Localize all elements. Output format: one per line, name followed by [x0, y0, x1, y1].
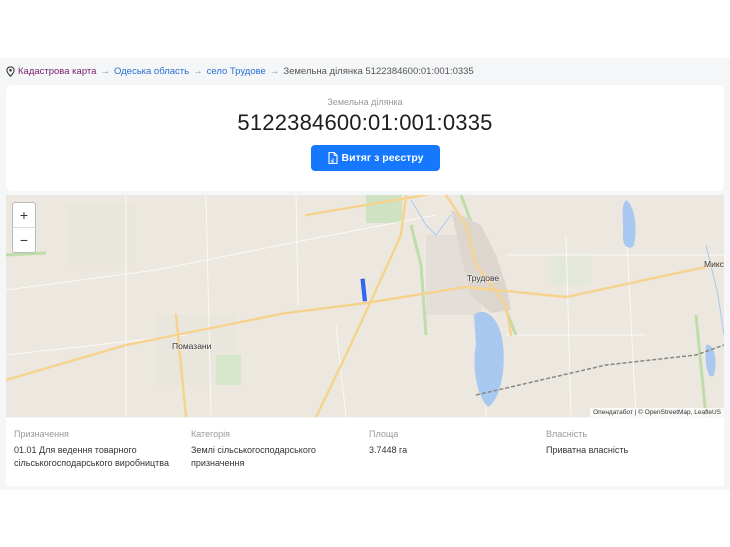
map-label-myks: Микс — [704, 259, 724, 269]
breadcrumb-current: Земельна ділянка 5122384600:01:001:0335 — [283, 65, 474, 77]
zoom-in-button[interactable]: + — [13, 203, 35, 227]
map-label-trudove: Трудове — [467, 273, 500, 283]
purpose-field: Призначення 01.01 Для ведення товарного … — [14, 429, 179, 470]
map-view[interactable]: + − Трудове Помазани Микс Опендатабот | … — [6, 195, 724, 417]
zoom-out-button[interactable]: − — [13, 227, 35, 252]
breadcrumb-region[interactable]: Одеська область — [114, 66, 189, 77]
map-label-pomazany: Помазани — [172, 341, 212, 351]
cadastral-number: 5122384600:01:001:0335 — [237, 110, 493, 135]
area-value: 3.7448 га — [369, 445, 408, 455]
breadcrumb-separator: → — [100, 65, 110, 77]
parcel-subtitle: Земельна ділянка — [327, 97, 403, 107]
parcel-details: Призначення 01.01 Для ведення товарного … — [6, 418, 724, 486]
extract-button-label: Витяг з реєстру — [341, 152, 424, 164]
category-field: Категорія Землі сільськогосподарського п… — [191, 429, 331, 470]
page: Кадастрова карта → Одеська область → сел… — [0, 58, 730, 490]
purpose-label: Призначення — [14, 429, 69, 439]
ownership-field: Власність Приватна власність — [546, 429, 706, 457]
map-tiles — [6, 195, 724, 417]
document-icon — [327, 152, 338, 164]
ownership-value: Приватна власність — [546, 445, 629, 455]
category-label: Категорія — [191, 429, 231, 439]
breadcrumb-village[interactable]: село Трудове — [207, 66, 266, 77]
area-field: Площа 3.7448 га — [369, 429, 509, 457]
map-pin-icon — [6, 65, 15, 77]
breadcrumb-separator: → — [193, 65, 203, 77]
category-value: Землі сільськогосподарського призначення — [191, 445, 316, 468]
purpose-value: 01.01 Для ведення товарного сільськогосп… — [14, 445, 169, 468]
breadcrumb-separator: → — [269, 65, 280, 77]
extract-button[interactable]: Витяг з реєстру — [311, 145, 440, 171]
breadcrumb-cadastral-map[interactable]: Кадастрова карта — [18, 66, 96, 77]
area-label: Площа — [369, 429, 399, 439]
zoom-control: + − — [12, 202, 36, 253]
map-attribution[interactable]: Опендатабот | © OpenStreetMap, LeafleUS — [590, 408, 724, 417]
parcel-header-card: Земельна ділянка 5122384600:01:001:0335 … — [6, 85, 724, 191]
ownership-label: Власність — [546, 429, 588, 439]
breadcrumb: Кадастрова карта → Одеська область → сел… — [6, 64, 474, 78]
